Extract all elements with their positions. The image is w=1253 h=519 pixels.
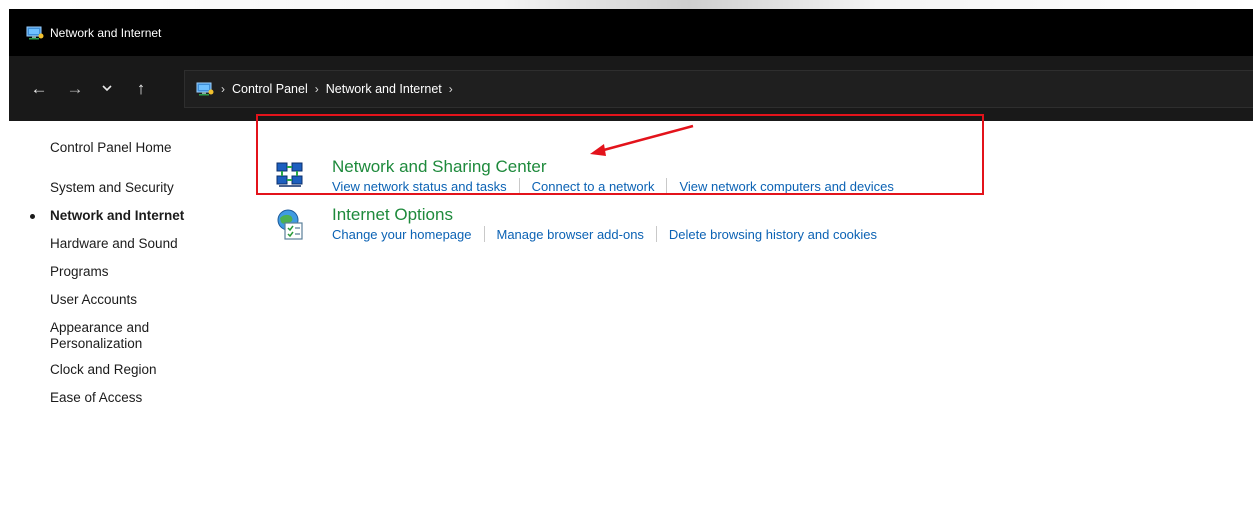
network-and-sharing-center-link[interactable]: Network and Sharing Center: [332, 157, 547, 177]
internet-options-link[interactable]: Internet Options: [332, 205, 453, 225]
back-arrow-icon[interactable]: ←: [26, 76, 52, 102]
change-homepage-link[interactable]: Change your homepage: [332, 227, 472, 242]
breadcrumb-network-and-internet[interactable]: Network and Internet: [326, 82, 442, 96]
current-item-bullet: [30, 214, 35, 219]
delete-browsing-history-link[interactable]: Delete browsing history and cookies: [669, 227, 877, 242]
window-title: Network and Internet: [50, 25, 162, 40]
desktop-backdrop: [0, 0, 1253, 9]
breadcrumb-separator[interactable]: ›: [449, 82, 453, 96]
sidebar-item-clock-and-region[interactable]: Clock and Region: [50, 362, 157, 378]
sidebar-item-system-and-security[interactable]: System and Security: [50, 180, 174, 196]
up-arrow-icon[interactable]: ↑: [128, 76, 154, 102]
task-links: View network status and tasks Connect to…: [332, 178, 894, 194]
network-sharing-icon[interactable]: [275, 159, 305, 189]
breadcrumb-separator[interactable]: ›: [221, 82, 225, 96]
navigation-bar: ← → ↑ › Control Panel › Network and Inte…: [9, 56, 1253, 121]
link-divider: [483, 226, 485, 242]
main-content: Control Panel Home System and Security N…: [9, 121, 1253, 519]
forward-arrow-icon[interactable]: →: [62, 76, 88, 102]
connect-to-network-link[interactable]: Connect to a network: [532, 179, 655, 194]
title-bar: Network and Internet: [9, 9, 1253, 56]
view-network-status-link[interactable]: View network status and tasks: [332, 179, 507, 194]
link-divider: [518, 178, 520, 194]
sidebar-item-control-panel-home[interactable]: Control Panel Home: [50, 140, 172, 156]
manage-browser-addons-link[interactable]: Manage browser add-ons: [497, 227, 644, 242]
sidebar-item-network-and-internet[interactable]: Network and Internet: [50, 208, 184, 224]
control-panel-icon: [26, 26, 44, 40]
internet-options-icon[interactable]: [275, 209, 305, 240]
address-bar[interactable]: › Control Panel › Network and Internet ›: [184, 70, 1253, 108]
sidebar-item-hardware-and-sound[interactable]: Hardware and Sound: [50, 236, 178, 252]
breadcrumb-control-panel[interactable]: Control Panel: [232, 82, 308, 96]
sidebar-item-appearance-and-personalization[interactable]: Appearance and Personalization: [50, 320, 149, 352]
control-panel-icon[interactable]: [196, 82, 214, 96]
link-divider: [666, 178, 668, 194]
chevron-down-icon[interactable]: [94, 76, 120, 102]
control-panel-window: Network and Internet ← → ↑ › Control Pan…: [9, 9, 1253, 519]
sidebar-item-programs[interactable]: Programs: [50, 264, 109, 280]
link-divider: [655, 226, 657, 242]
sidebar-item-ease-of-access[interactable]: Ease of Access: [50, 390, 142, 406]
sidebar-item-user-accounts[interactable]: User Accounts: [50, 292, 137, 308]
task-links: Change your homepage Manage browser add-…: [332, 226, 877, 242]
breadcrumb-separator[interactable]: ›: [315, 82, 319, 96]
annotation-arrow: [590, 124, 694, 156]
view-network-computers-link[interactable]: View network computers and devices: [679, 179, 893, 194]
